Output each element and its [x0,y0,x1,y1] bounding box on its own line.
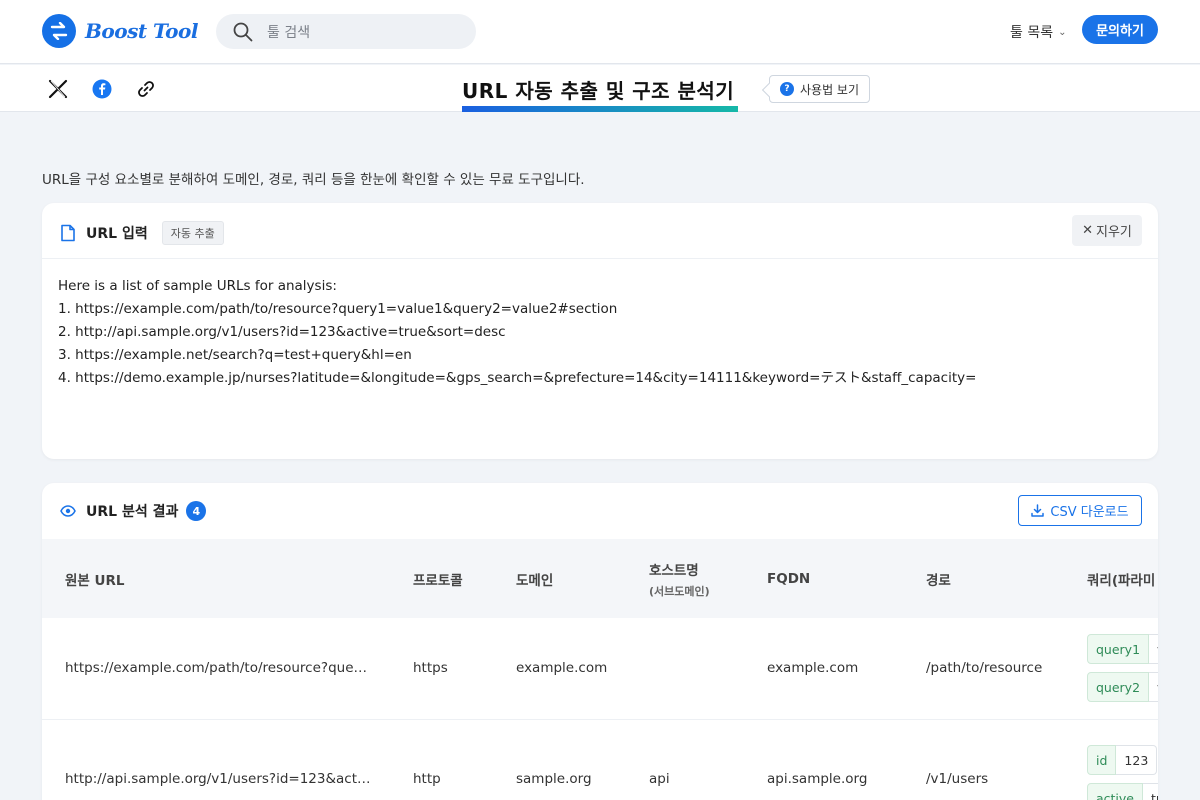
cell-protocol: https [390,618,493,720]
url-input-header: URL 입력 자동 추출 ✕ 지우기 [42,203,1158,259]
cell-fqdn: example.com [744,618,903,720]
query-value: value1 [1149,634,1158,665]
document-icon [60,224,76,242]
column-header: 프로토콜 [413,572,463,589]
tool-list-dropdown[interactable]: 툴 목록 ⌄ [1010,22,1066,42]
title-underline [462,106,738,112]
query-key: query1 [1087,634,1150,665]
question-icon: ? [780,82,794,96]
cell-url: http://api.sample.org/v1/users?id=123&ac… [42,719,390,800]
clear-label: 지우기 [1096,225,1132,240]
page-title: URL 자동 추출 및 구조 분석기 [462,79,735,103]
cell-query: id123 activetrue [1064,719,1158,800]
cell-fqdn: api.sample.org [744,719,903,800]
logo-icon [42,14,76,48]
results-title-text: URL 분석 결과 [86,504,179,520]
link-icon[interactable] [135,78,157,100]
title-bar: URL 자동 추출 및 구조 분석기 [0,65,1200,112]
page-title-block: URL 자동 추출 및 구조 분석기 [462,75,738,112]
query-pair: activetrue [1087,783,1158,800]
query-key: id [1087,745,1117,775]
cell-host [626,618,744,720]
url-results-card: URL 분석 결과 4 CSV 다운로드 원본 URL 프로토콜 도메인 호스트… [42,483,1158,800]
logo-text: Boost Tool [85,19,198,43]
help-label: 사용법 보기 [800,82,860,97]
results-count-badge: 4 [186,501,207,521]
x-icon[interactable] [47,78,69,100]
results-header: URL 분석 결과 4 CSV 다운로드 [42,483,1158,539]
column-header: 쿼리(파라미 [1087,572,1156,589]
cell-query: query1value1 query2value2 [1064,618,1158,720]
column-header: 경로 [926,572,951,589]
page-description: URL을 구성 요소별로 분해하여 도메인, 경로, 쿼리 등을 한눈에 확인할… [42,172,585,188]
top-header: Boost Tool 툴 검색 툴 목록 ⌄ 문의하기 [0,0,1200,64]
help-button[interactable]: ? 사용법 보기 [769,75,871,103]
csv-label: CSV 다운로드 [1050,505,1129,520]
url-textarea[interactable]: Here is a list of sample URLs for analys… [58,275,1138,390]
column-header: FQDN [767,570,811,587]
auto-extract-chip: 자동 추출 [161,221,224,245]
logo[interactable]: Boost Tool [42,14,198,48]
contact-button[interactable]: 문의하기 [1082,15,1158,44]
eye-icon [60,505,76,517]
table-header-row: 원본 URL 프로토콜 도메인 호스트명 (서브도메인) FQDN 경로 쿼리(파… [42,539,1158,618]
cell-protocol: http [390,719,493,800]
results-table: 원본 URL 프로토콜 도메인 호스트명 (서브도메인) FQDN 경로 쿼리(파… [42,539,1158,800]
close-icon: ✕ [1082,223,1093,238]
csv-download-button[interactable]: CSV 다운로드 [1018,495,1142,526]
query-key: query2 [1087,672,1150,703]
chevron-down-icon: ⌄ [1058,26,1067,38]
search-icon [233,22,253,41]
column-header: 호스트명 (서브도메인) [649,562,710,598]
query-key: active [1087,783,1143,800]
query-value: value2 [1149,672,1158,703]
search-placeholder: 툴 검색 [267,24,311,41]
cell-domain: sample.org [493,719,626,800]
cell-url: https://example.com/path/to/resource?que… [42,618,390,720]
clear-button[interactable]: ✕ 지우기 [1072,215,1142,246]
cell-domain: example.com [493,618,626,720]
query-pair: query1value1 [1087,634,1158,665]
results-title: URL 분석 결과 4 [60,501,207,521]
query-pair: query2value2 [1087,672,1158,703]
cell-host: api [626,719,744,800]
url-input-title: URL 입력 자동 추출 [60,221,224,245]
cell-path: /path/to/resource [903,618,1064,720]
search-input[interactable]: 툴 검색 [216,14,476,49]
table-row: http://api.sample.org/v1/users?id=123&ac… [42,719,1158,800]
query-pair: id 123 [1087,745,1158,775]
facebook-icon[interactable] [91,78,113,100]
url-input-title-text: URL 입력 [86,226,148,242]
query-value: 123 [1116,745,1158,775]
cell-path: /v1/users [903,719,1064,800]
download-icon [1031,504,1045,517]
url-input-card: URL 입력 자동 추출 ✕ 지우기 Here is a list of sam… [42,203,1158,459]
column-header: 원본 URL [65,572,125,589]
tool-list-label: 툴 목록 [1010,25,1054,41]
table-row: https://example.com/path/to/resource?que… [42,618,1158,720]
column-header: 도메인 [516,572,554,589]
query-value: true [1143,783,1158,800]
